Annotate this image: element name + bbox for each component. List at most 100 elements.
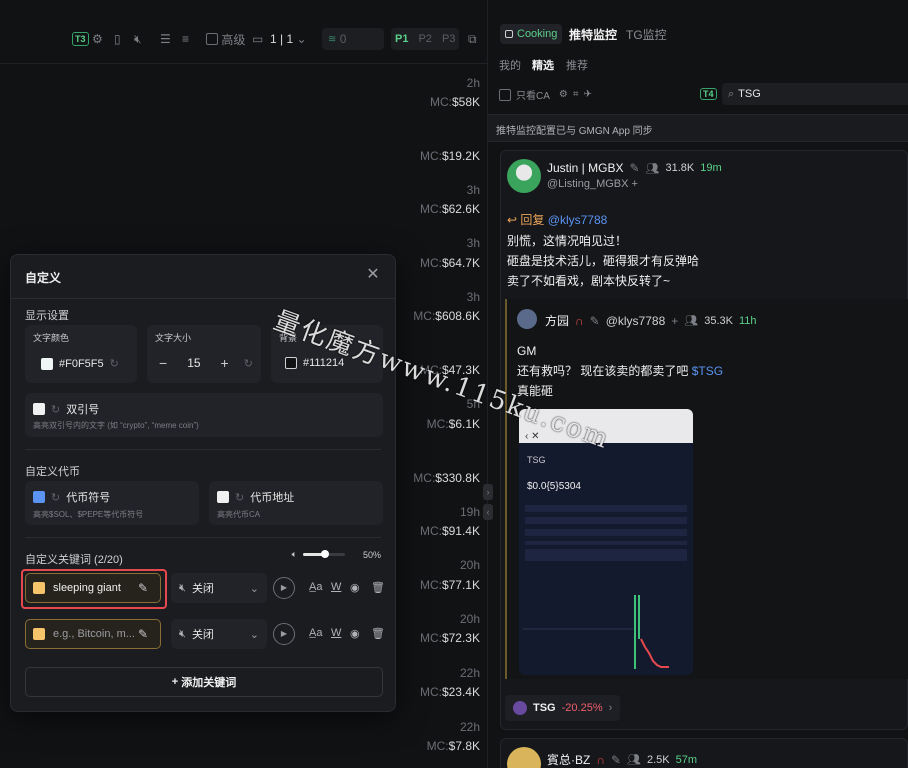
add-keyword-button[interactable]: + 添加关键词 — [25, 667, 383, 697]
preset-p3[interactable]: P3 — [442, 33, 455, 45]
quote-highlight-card[interactable]: ↻ 双引号 高亮双引号内的文字 (如 “crypto”, “meme coin”… — [25, 393, 383, 437]
close-icon[interactable]: ✕ — [363, 265, 383, 285]
list-icon[interactable]: ≡ — [182, 28, 189, 50]
bookmark-icon[interactable]: ▯ — [114, 28, 121, 50]
play-icon[interactable]: ▶ — [273, 623, 295, 645]
layout-icon[interactable]: ☰ — [160, 28, 171, 50]
author-handle[interactable]: @Listing_MGBX — [547, 178, 628, 190]
edit-icon[interactable]: ✎ — [611, 753, 621, 767]
whole-word-icon[interactable]: W — [331, 627, 341, 639]
volume-icon[interactable]: 🔈︎ — [292, 549, 297, 560]
keyword-text[interactable]: sleeping giant — [53, 582, 138, 594]
font-size-value[interactable]: 15 — [187, 356, 200, 370]
settings-icon[interactable]: ⚙ — [559, 89, 568, 100]
minus-icon[interactable]: − — [159, 355, 167, 371]
subtab-recommended[interactable]: 推荐 — [566, 57, 588, 73]
sound-select[interactable]: 🔇︎ 关闭 ⌄ — [171, 619, 267, 649]
subtab-mine[interactable]: 我的 — [499, 57, 521, 73]
background-swatch[interactable] — [285, 357, 297, 369]
keyword-input[interactable]: e.g., Bitcoin, m... ✎ — [25, 619, 161, 649]
author-name[interactable]: 賓总·BZ — [547, 751, 590, 768]
cashtag-link[interactable]: $TSG — [692, 364, 723, 378]
token-symbol-swatch[interactable] — [33, 491, 45, 503]
volume-slider[interactable] — [302, 550, 345, 558]
chevron-down-icon[interactable]: ⌄ — [297, 32, 307, 46]
chevron-left-icon[interactable]: ‹ — [483, 504, 493, 520]
only-ca-filter[interactable]: 只看CA ⚙ ⌗ ✈ — [499, 87, 592, 102]
edit-icon[interactable]: ✎ — [629, 161, 639, 175]
follow-plus-icon[interactable]: + — [632, 178, 638, 190]
row-time: 3h — [466, 236, 480, 250]
filter-badge[interactable]: T3 — [72, 28, 89, 50]
page-current: 1 — [270, 32, 277, 46]
tab-twitter-monitor[interactable]: 推特监控 — [569, 26, 617, 43]
token-address-checkbox[interactable] — [217, 491, 229, 503]
tweet-card[interactable]: Justin | MGBX ✎ 👥︎ 31.8K 19m @Listing_MG… — [500, 150, 908, 730]
search-input[interactable]: ⌕ TSG — [722, 83, 908, 105]
edit-icon[interactable]: ✎ — [138, 581, 154, 595]
play-icon[interactable]: ▶ — [273, 577, 295, 599]
search-value[interactable]: TSG — [738, 88, 761, 100]
token-address-card[interactable]: ↻ 代币地址 高亮代币CA — [209, 481, 383, 525]
avatar[interactable] — [517, 309, 537, 329]
mute-icon[interactable]: 🔇︎ — [134, 28, 142, 50]
reply-to[interactable]: @klys7788 — [548, 213, 608, 227]
page-indicator[interactable]: 1 | 1 ⌄ — [270, 28, 307, 50]
pin-icon[interactable]: ✈ — [584, 89, 592, 100]
font-style-icon[interactable]: A̲a — [309, 627, 322, 639]
reset-icon[interactable]: ↻ — [235, 491, 244, 504]
edit-icon[interactable]: ✎ — [138, 627, 154, 641]
font-style-icon[interactable]: A̲a — [309, 581, 322, 593]
reset-icon[interactable]: ↻ — [51, 491, 60, 504]
eye-icon[interactable]: ◉ — [350, 581, 360, 594]
eye-icon[interactable]: ◉ — [350, 627, 360, 640]
edit-icon[interactable]: ✎ — [590, 314, 600, 328]
keyword-placeholder[interactable]: e.g., Bitcoin, m... — [53, 628, 138, 640]
advanced-toggle[interactable]: 高级 — [206, 28, 245, 50]
reset-icon[interactable]: ↻ — [51, 403, 60, 416]
tab-cooking[interactable]: Cooking — [500, 24, 563, 44]
reset-icon[interactable]: ↻ — [244, 357, 253, 370]
author-name[interactable]: 方园 — [545, 312, 569, 329]
amount-input[interactable]: 0 — [340, 32, 347, 46]
collapse-handle[interactable]: › ‹ — [483, 484, 495, 524]
text-color-value[interactable]: #F0F5F5 — [59, 358, 104, 370]
subtab-featured[interactable]: 精选 — [532, 57, 554, 73]
token-symbol-card[interactable]: ↻ 代币符号 高亮$SOL、$PEPE等代币符号 — [25, 481, 199, 525]
advanced-checkbox[interactable] — [206, 33, 218, 45]
trash-icon[interactable]: 🗑︎ — [371, 581, 385, 594]
keyword-swatch[interactable] — [33, 628, 45, 640]
followers-count: 2.5K — [647, 753, 670, 766]
settings-icon[interactable]: ⚙ — [92, 28, 103, 50]
only-ca-checkbox[interactable] — [499, 88, 511, 101]
trash-icon[interactable]: 🗑︎ — [371, 627, 385, 640]
quoted-tweet[interactable]: 方园 ∩ ✎ @klys7788 + 👥︎ 35.3K 11h GM 还有救吗？… — [505, 299, 908, 679]
plus-icon[interactable]: + — [221, 355, 229, 371]
preset-p2[interactable]: P2 — [418, 33, 431, 45]
hashtag-icon[interactable]: ⌗ — [573, 89, 579, 100]
chevron-right-icon[interactable]: › — [483, 484, 493, 500]
tab-tg-monitor[interactable]: TG监控 — [626, 26, 667, 43]
folder-icon[interactable]: ▭ — [252, 28, 263, 50]
volume-thumb[interactable] — [320, 550, 329, 558]
text-color-swatch[interactable] — [41, 357, 53, 370]
reset-icon[interactable]: ↻ — [110, 357, 119, 370]
copy-icon[interactable]: ⧉ — [468, 28, 477, 50]
tweet-card[interactable]: 賓总·BZ ∩ ✎ 👥︎ 2.5K 57m — [500, 738, 908, 768]
token-chip[interactable]: TSG -20.25% › — [505, 695, 621, 721]
preset-p1[interactable]: P1 — [395, 33, 408, 45]
author-name[interactable]: Justin | MGBX — [547, 161, 623, 175]
sound-select[interactable]: 🔇︎ 关闭 ⌄ — [171, 573, 267, 603]
avatar[interactable] — [507, 747, 541, 768]
quote-checkbox[interactable] — [33, 403, 45, 415]
keyword-input[interactable]: sleeping giant ✎ — [25, 573, 161, 603]
follow-plus-icon[interactable]: + — [671, 314, 678, 328]
token-address-hint: 高亮代币CA — [217, 510, 261, 519]
author-handle[interactable]: @klys7788 — [606, 314, 666, 328]
background-value[interactable]: #111214 — [303, 357, 344, 369]
tweet-image[interactable]: ‹ ✕ TSG $0.0{5}5304 — [519, 409, 693, 675]
whole-word-icon[interactable]: W — [331, 581, 341, 593]
keyword-swatch[interactable] — [33, 582, 45, 594]
avatar[interactable] — [507, 159, 541, 193]
amount-box[interactable]: ≋ 0 — [322, 28, 384, 50]
